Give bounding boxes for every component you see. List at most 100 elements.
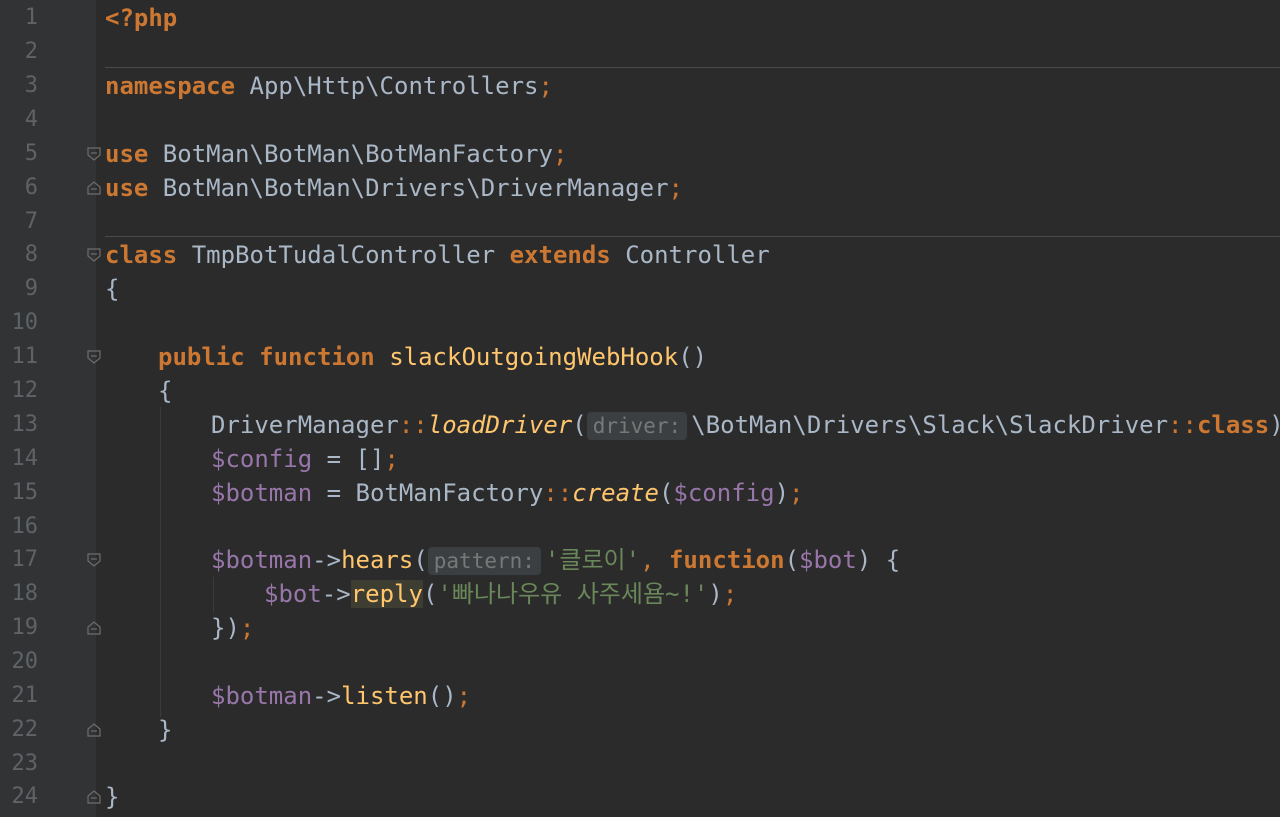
open-paren: ( — [784, 546, 800, 574]
code-line: 9 { — [0, 272, 1280, 306]
scope-operator: :: — [398, 411, 428, 439]
namespace-statement: namespace App\Http\Controllers; — [105, 69, 553, 103]
keyword: class — [1196, 411, 1270, 439]
brace: { — [158, 377, 173, 405]
semicolon: ; — [239, 614, 255, 642]
line-number: 23 — [11, 751, 39, 776]
load-driver-call: DriverManager::loadDriver(driver: \BotMan… — [211, 408, 1280, 442]
code-line: 11 public function slackOutgoingWebHook(… — [0, 340, 1280, 374]
code-line: 6 use BotMan\BotMan\Drivers\DriverManage… — [0, 171, 1280, 205]
brace: { — [105, 275, 120, 303]
method-declaration: public function slackOutgoingWebHook() — [158, 340, 707, 374]
line-number: 19 — [11, 615, 39, 640]
fold-close-icon[interactable] — [87, 621, 101, 635]
code-line: 14 $config = []; — [0, 442, 1280, 476]
code-line: 24 } — [0, 780, 1280, 814]
close-paren: ) { — [856, 546, 901, 574]
line-number: 16 — [11, 514, 39, 539]
line-number: 6 — [24, 175, 38, 200]
line-number: 10 — [11, 310, 39, 335]
php-open-tag: <?php — [105, 4, 178, 32]
line-number: 15 — [11, 480, 39, 505]
line-number: 9 — [24, 276, 38, 301]
semicolon: ; — [552, 140, 568, 168]
code-editor[interactable]: 1 <?php 2 3 namespace App\Http\Controlle… — [0, 0, 1280, 817]
line-number: 17 — [11, 547, 39, 572]
variable: $botman — [211, 546, 313, 574]
keyword: namespace — [105, 72, 236, 100]
listen-call: $botman->listen(); — [211, 679, 471, 713]
scope-operator: :: — [543, 479, 573, 507]
arrow-operator: -> — [312, 546, 342, 574]
code-line: 16 — [0, 510, 1280, 544]
semicolon: ; — [384, 445, 399, 473]
line-number: 1 — [24, 5, 38, 30]
semicolon: ; — [722, 580, 738, 608]
class-declaration: class TmpBotTudalController extends Cont… — [105, 238, 770, 272]
line-number: 13 — [11, 412, 39, 437]
open-paren: ( — [572, 411, 587, 439]
parameter-hint: pattern: — [427, 547, 541, 575]
code-line: 17 $botman->hears(pattern: '클로이', functio… — [0, 543, 1280, 577]
static-method: create — [572, 479, 659, 507]
code-line: 3 namespace App\Http\Controllers; — [0, 69, 1280, 103]
line-number: 24 — [11, 784, 39, 809]
namespace-path: App\Http\Controllers — [235, 72, 539, 100]
arrow-operator: -> — [312, 682, 342, 710]
code-line: 4 — [0, 103, 1280, 137]
open-paren: ( — [658, 479, 674, 507]
line-number: 12 — [11, 378, 39, 403]
line-number: 11 — [11, 344, 39, 369]
config-assignment: $config = []; — [211, 442, 399, 476]
keyword: class — [105, 241, 178, 269]
line-number: 2 — [24, 39, 38, 64]
method-name: listen — [341, 682, 428, 710]
line-number: 5 — [24, 141, 38, 166]
line-number: 18 — [11, 581, 39, 606]
close-paren: ) — [708, 580, 723, 608]
keyword: public — [158, 343, 245, 371]
assignment: = [] — [312, 445, 385, 473]
closure-end: }); — [211, 611, 254, 645]
static-method: loadDriver — [427, 411, 573, 439]
keyword: extends — [509, 241, 611, 269]
close-paren: ) — [1269, 411, 1280, 439]
fold-close-icon[interactable] — [87, 790, 101, 804]
parens: () — [678, 343, 708, 371]
hears-call: $botman->hears(pattern: '클로이', function($… — [211, 543, 900, 577]
fold-open-icon[interactable] — [87, 147, 101, 161]
variable: $botman — [211, 682, 313, 710]
brace: } — [158, 716, 173, 744]
use-statement: use BotMan\BotMan\Drivers\DriverManager; — [105, 171, 683, 205]
string-literal: '클로이' — [544, 546, 641, 574]
fold-open-icon[interactable] — [87, 350, 101, 364]
fold-open-icon[interactable] — [87, 248, 101, 262]
open-paren: ( — [413, 546, 428, 574]
code-line: 5 use BotMan\BotMan\BotManFactory; — [0, 137, 1280, 171]
brace: } — [105, 783, 120, 811]
line-number: 21 — [11, 683, 39, 708]
code-line: 23 — [0, 747, 1280, 781]
code-line: 15 $botman = BotManFactory::create($conf… — [0, 476, 1280, 510]
code-line: 2 — [0, 35, 1280, 69]
line-number: 7 — [24, 209, 38, 234]
code-line: 18 $bot->reply('빠나나우유 사주세욤~!'); — [0, 577, 1280, 611]
code-line: 13 DriverManager::loadDriver(driver: \Bot… — [0, 408, 1280, 442]
method-name-highlighted: reply — [350, 580, 423, 608]
code-line: 20 — [0, 645, 1280, 679]
variable: $bot — [799, 546, 857, 574]
botman-assignment: $botman = BotManFactory::create($config)… — [211, 476, 803, 510]
fold-open-icon[interactable] — [87, 553, 101, 567]
keyword: function — [654, 546, 785, 574]
fold-close-icon[interactable] — [87, 181, 101, 195]
use-statement: use BotMan\BotMan\BotManFactory; — [105, 137, 567, 171]
line-number: 22 — [11, 717, 39, 742]
method-name: slackOutgoingWebHook — [374, 343, 679, 371]
code-line: 21 $botman->listen(); — [0, 679, 1280, 713]
variable: $config — [211, 445, 313, 473]
variable: $botman — [211, 479, 313, 507]
driver-class-path: \BotMan\Drivers\Slack\SlackDriver — [691, 411, 1169, 439]
class-name: DriverManager — [211, 411, 399, 439]
fold-close-icon[interactable] — [87, 723, 101, 737]
semicolon: ; — [668, 174, 683, 202]
